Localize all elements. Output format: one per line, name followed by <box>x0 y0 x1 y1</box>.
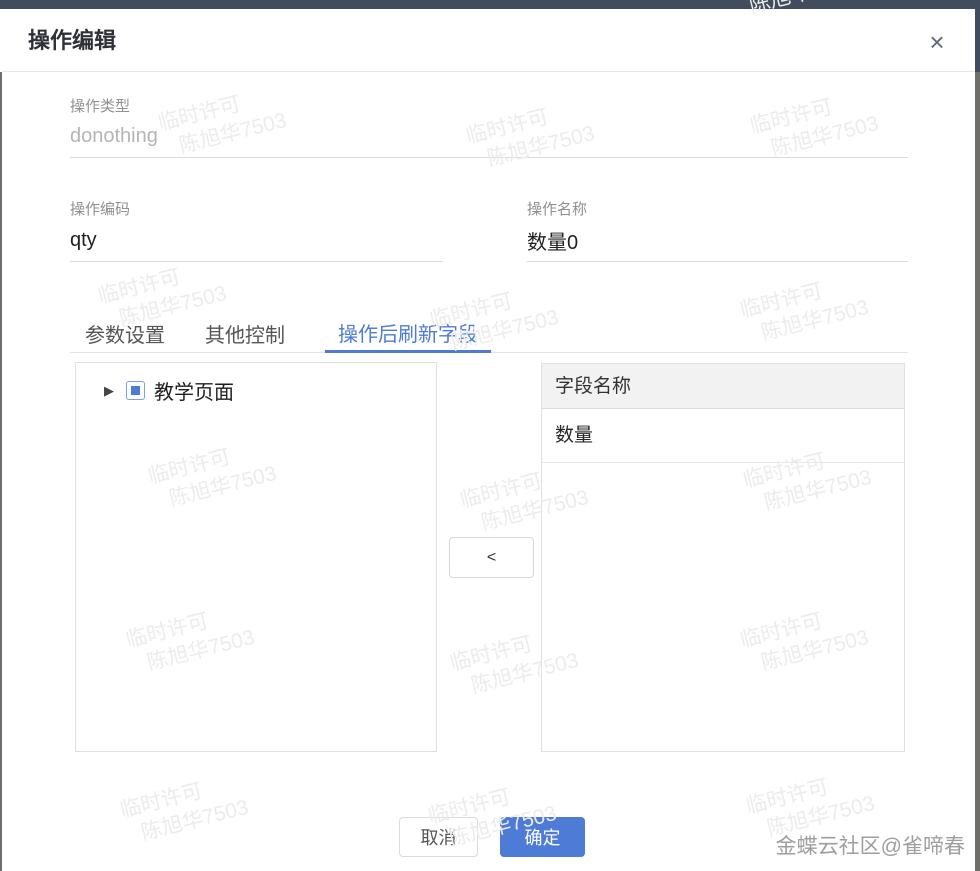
operation-type-field[interactable]: donothing <box>70 117 908 158</box>
dialog-title: 操作编辑 <box>28 28 117 53</box>
field-tree-panel: ▶ 教学页面 <box>75 362 437 752</box>
community-credit-text: 金蝶云社区@雀啼春 <box>775 835 965 858</box>
close-icon[interactable]: × <box>920 25 954 59</box>
table-row[interactable]: 数量 <box>542 409 904 463</box>
checkbox-indeterminate-mark <box>131 386 140 395</box>
license-watermark: 临时许可陈旭华7503 <box>117 779 251 845</box>
operation-code-label: 操作编码 <box>70 201 131 218</box>
confirm-button[interactable]: 确定 <box>500 817 585 857</box>
operation-type-label: 操作类型 <box>70 98 131 115</box>
operation-name-field-box <box>527 219 908 262</box>
selected-fields-table: 字段名称 数量 <box>541 363 905 752</box>
tree-node-teaching-page[interactable]: ▶ 教学页面 <box>104 376 436 405</box>
background-edge-left <box>0 72 2 871</box>
table-header-field-name: 字段名称 <box>542 364 904 409</box>
tree-node-label: 教学页面 <box>154 382 234 404</box>
operation-name-label: 操作名称 <box>527 201 588 218</box>
tree-node-checkbox[interactable] <box>126 381 145 400</box>
cancel-button[interactable]: 取消 <box>399 817 478 857</box>
expand-arrow-icon[interactable]: ▶ <box>104 383 120 399</box>
tab-other-control[interactable]: 其他控制 <box>205 314 285 352</box>
operation-code-field-box <box>70 219 443 262</box>
move-left-button[interactable]: < <box>449 537 534 578</box>
background-top-bar <box>0 0 980 9</box>
tab-refresh-fields[interactable]: 操作后刷新字段 <box>325 314 491 353</box>
operation-name-input[interactable] <box>527 219 908 261</box>
tab-bar: 参数设置 其他控制 操作后刷新字段 <box>70 314 908 353</box>
dialog-header: 操作编辑 × <box>2 9 975 72</box>
background-edge-right-top <box>975 9 980 72</box>
operation-code-input[interactable] <box>70 219 443 261</box>
tab-parameter-settings[interactable]: 参数设置 <box>85 314 165 352</box>
background-edge-right <box>975 72 980 871</box>
